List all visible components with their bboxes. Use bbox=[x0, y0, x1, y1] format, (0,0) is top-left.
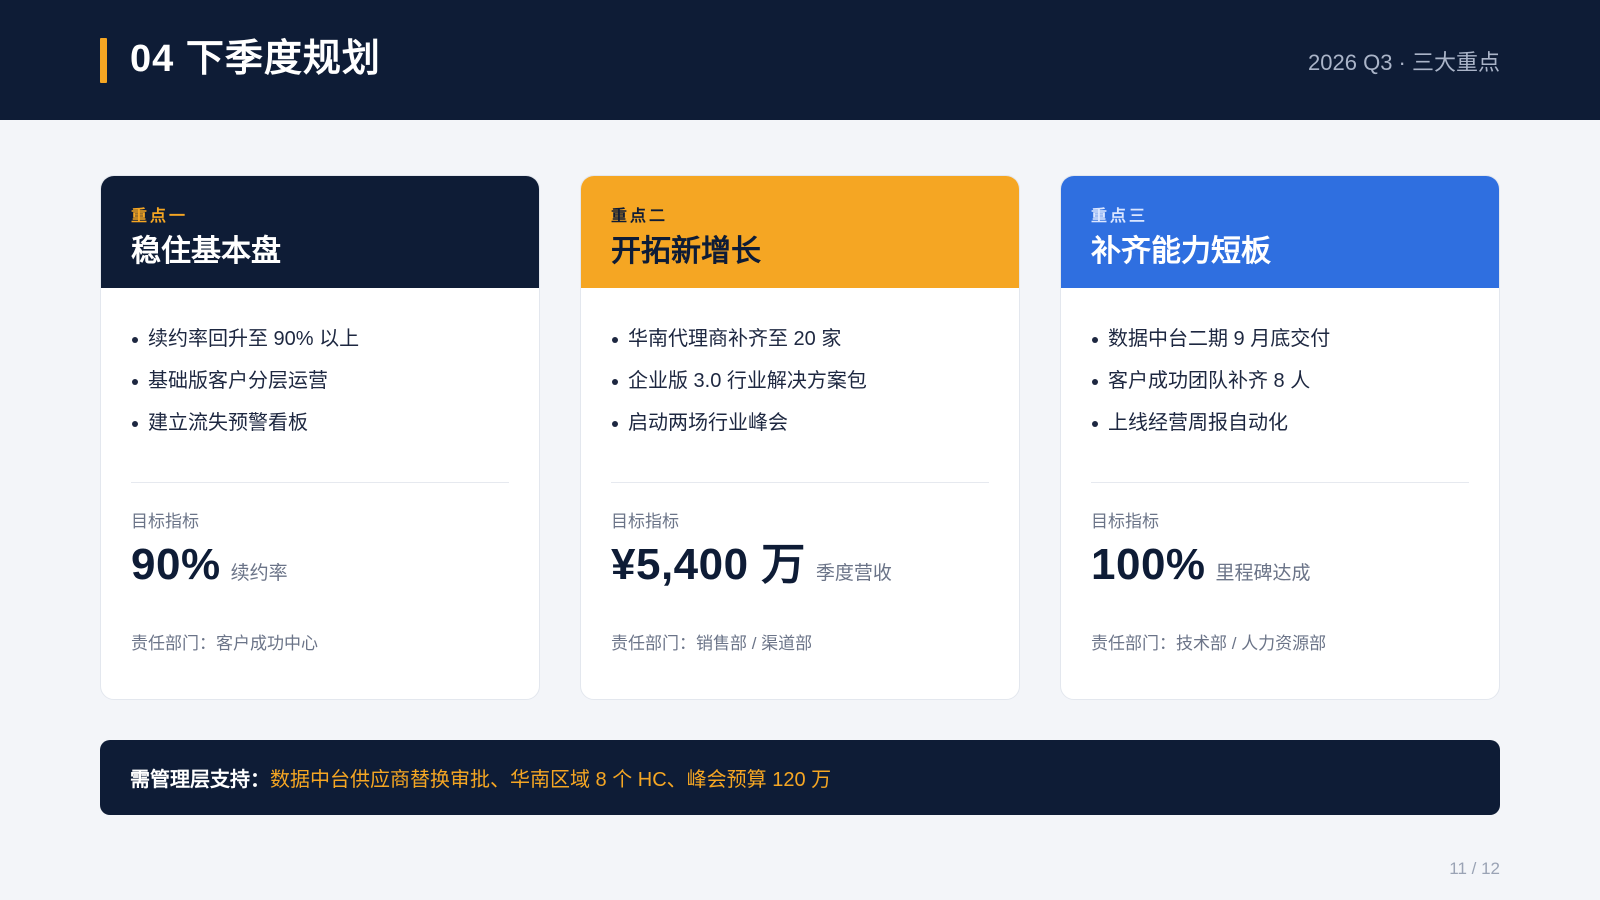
card-tag: 重点一 bbox=[131, 208, 189, 225]
owner-department: 责任部门：销售部 / 渠道部 bbox=[611, 634, 813, 653]
support-items: 数据中台供应商替换审批、华南区域 8 个 HC、峰会预算 120 万 bbox=[270, 769, 832, 791]
card-divider bbox=[131, 482, 509, 483]
card-bullet-list: 续约率回升至 90% 以上 基础版客户分层运营 建立流失预警看板 bbox=[101, 288, 539, 482]
support-lead: 需管理层支持： bbox=[130, 769, 270, 791]
metric-value: ¥5,400 万 bbox=[611, 540, 806, 589]
slide-subtitle: 2026 Q3 · 三大重点 bbox=[1308, 50, 1500, 75]
card-bullet-list: 数据中台二期 9 月底交付 客户成功团队补齐 8 人 上线经营周报自动化 bbox=[1061, 288, 1499, 482]
bullet-item: 启动两场行业峰会 bbox=[611, 402, 989, 444]
owner-department: 责任部门：客户成功中心 bbox=[131, 634, 318, 653]
bullet-item: 企业版 3.0 行业解决方案包 bbox=[611, 360, 989, 402]
card-header: 重点三 补齐能力短板 bbox=[1061, 176, 1499, 288]
slide-header: 04 下季度规划 2026 Q3 · 三大重点 bbox=[0, 0, 1600, 120]
bullet-item: 续约率回升至 90% 以上 bbox=[131, 318, 509, 360]
bullet-item: 数据中台二期 9 月底交付 bbox=[1091, 318, 1469, 360]
page-number: 11 / 12 bbox=[1449, 859, 1500, 878]
metric-label: 目标指标 bbox=[611, 512, 679, 531]
focus-card-2: 重点二 开拓新增长 华南代理商补齐至 20 家 企业版 3.0 行业解决方案包 … bbox=[580, 175, 1020, 700]
card-divider bbox=[611, 482, 989, 483]
bullet-item: 建立流失预警看板 bbox=[131, 402, 509, 444]
card-title: 开拓新增长 bbox=[611, 235, 761, 268]
metric-row: 100% 里程碑达成 bbox=[1091, 537, 1469, 593]
metric-label: 目标指标 bbox=[131, 512, 199, 531]
focus-card-3: 重点三 补齐能力短板 数据中台二期 9 月底交付 客户成功团队补齐 8 人 上线… bbox=[1060, 175, 1500, 700]
metric-row: 90% 续约率 bbox=[131, 537, 509, 593]
card-divider bbox=[1091, 482, 1469, 483]
card-bullet-list: 华南代理商补齐至 20 家 企业版 3.0 行业解决方案包 启动两场行业峰会 bbox=[581, 288, 1019, 482]
focus-card-1: 重点一 稳住基本盘 续约率回升至 90% 以上 基础版客户分层运营 建立流失预警… bbox=[100, 175, 540, 700]
bullet-item: 客户成功团队补齐 8 人 bbox=[1091, 360, 1469, 402]
bullet-item: 上线经营周报自动化 bbox=[1091, 402, 1469, 444]
metric-unit: 季度营收 bbox=[815, 563, 892, 584]
metric-value: 100% bbox=[1091, 540, 1206, 589]
owner-department: 责任部门：技术部 / 人力资源部 bbox=[1091, 634, 1327, 653]
card-tag: 重点二 bbox=[611, 208, 669, 225]
metric-unit: 里程碑达成 bbox=[1215, 563, 1311, 584]
bullet-item: 华南代理商补齐至 20 家 bbox=[611, 318, 989, 360]
metric-label: 目标指标 bbox=[1091, 512, 1159, 531]
bullet-item: 基础版客户分层运营 bbox=[131, 360, 509, 402]
card-header: 重点一 稳住基本盘 bbox=[101, 176, 539, 288]
metric-unit: 续约率 bbox=[230, 563, 288, 584]
card-title: 稳住基本盘 bbox=[131, 235, 281, 268]
title-accent-bar bbox=[100, 38, 107, 83]
card-title: 补齐能力短板 bbox=[1091, 235, 1271, 268]
card-tag: 重点三 bbox=[1091, 208, 1149, 225]
metric-row: ¥5,400 万 季度营收 bbox=[611, 537, 989, 593]
metric-value: 90% bbox=[131, 540, 221, 589]
support-request-banner: 需管理层支持： 数据中台供应商替换审批、华南区域 8 个 HC、峰会预算 120… bbox=[100, 740, 1500, 815]
slide-title: 04 下季度规划 bbox=[130, 38, 381, 80]
card-header: 重点二 开拓新增长 bbox=[581, 176, 1019, 288]
